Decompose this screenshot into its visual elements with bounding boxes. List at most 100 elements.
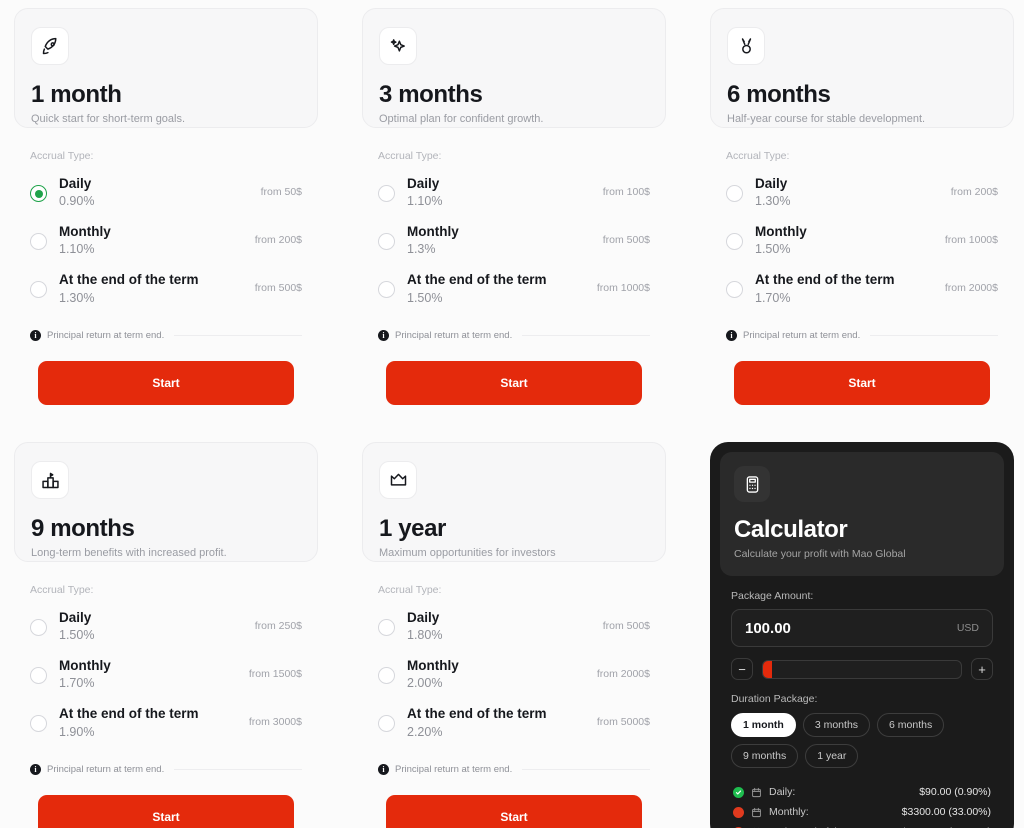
accrual-option-minimum: from 500$ xyxy=(602,620,650,632)
start-button[interactable]: Start xyxy=(38,794,294,828)
calendar-icon xyxy=(751,807,762,818)
accrual-option-text: Monthly 2.00% xyxy=(407,657,597,690)
accrual-option-rate: 1.3% xyxy=(407,242,436,257)
plan-card-body: Accrual Type: Daily 1.30% from 200$ Mont… xyxy=(710,128,1014,408)
duration-pill[interactable]: 3 months xyxy=(802,713,871,737)
package-amount-value[interactable]: 100.00 xyxy=(745,620,957,637)
accrual-option-rate: 1.50% xyxy=(59,628,95,643)
accrual-option-text: At the end of the term 1.50% xyxy=(407,271,597,304)
principal-note-text: Principal return at term end. xyxy=(47,763,165,775)
calculator-panel: Calculator Calculate your profit with Ma… xyxy=(710,442,1014,828)
accrual-option-minimum: from 5000$ xyxy=(596,716,650,729)
start-button[interactable]: Start xyxy=(734,360,990,405)
principal-note: i Principal return at term end. xyxy=(26,329,306,341)
currency-label: USD xyxy=(956,622,979,634)
radio-unselected-icon[interactable] xyxy=(726,185,743,202)
accrual-option[interactable]: At the end of the term 1.30% from 500$ xyxy=(26,267,306,315)
accrual-option-rate: 1.80% xyxy=(407,628,443,643)
calculator-result-value: $3300.00 (33.00%) xyxy=(901,806,991,818)
accrual-option[interactable]: At the end of the term 1.70% from 2000$ xyxy=(722,267,1002,315)
accrual-option-text: At the end of the term 2.20% xyxy=(407,705,597,738)
radio-unselected-icon[interactable] xyxy=(30,233,47,251)
accrual-option-list: Daily 1.10% from 100$ Monthly 1.3% from … xyxy=(374,171,654,316)
accrual-option[interactable]: At the end of the term 2.20% from 5000$ xyxy=(374,701,654,749)
accrual-option[interactable]: Daily 1.30% from 200$ xyxy=(722,171,1002,219)
divider xyxy=(522,768,650,770)
plan-subtitle: Half-year course for stable development. xyxy=(727,113,926,125)
duration-pill[interactable]: 1 month xyxy=(731,713,796,737)
radio-unselected-icon[interactable] xyxy=(30,619,47,636)
accrual-option-text: Daily 0.90% xyxy=(59,175,261,208)
duration-pill[interactable]: 1 year xyxy=(805,744,859,768)
accrual-type-label: Accrual Type: xyxy=(30,584,94,596)
info-icon: i xyxy=(30,763,41,775)
accrual-option[interactable]: Monthly 2.00% from 2000$ xyxy=(374,653,654,701)
principal-note-text: Principal return at term end. xyxy=(395,763,513,775)
accrual-option[interactable]: Monthly 1.10% from 200$ xyxy=(26,219,306,267)
radio-unselected-icon[interactable] xyxy=(378,619,395,636)
principal-note-text: Principal return at term end. xyxy=(743,329,861,341)
radio-unselected-icon[interactable] xyxy=(30,715,47,733)
package-amount-input[interactable]: 100.00 USD xyxy=(731,609,993,647)
accrual-option-rate: 1.70% xyxy=(755,290,791,305)
start-button[interactable]: Start xyxy=(386,794,642,828)
radio-unselected-icon[interactable] xyxy=(30,667,47,685)
accrual-option-minimum: from 1500$ xyxy=(248,668,302,681)
duration-pill[interactable]: 6 months xyxy=(877,713,945,737)
accrual-option[interactable]: Monthly 1.50% from 1000$ xyxy=(722,219,1002,267)
calculator-result-row: At the end of the term: $3900.00 (39.00%… xyxy=(731,822,993,828)
start-button[interactable]: Start xyxy=(38,360,294,405)
accrual-option[interactable]: At the end of the term 1.50% from 1000$ xyxy=(374,267,654,315)
radio-unselected-icon[interactable] xyxy=(378,715,395,733)
plan-title: 1 month xyxy=(31,81,122,108)
package-amount-label: Package Amount: xyxy=(731,590,814,602)
principal-note: i Principal return at term end. xyxy=(374,763,654,775)
duration-pill[interactable]: 9 months xyxy=(731,744,799,768)
accrual-option-rate: 2.20% xyxy=(407,724,443,739)
accrual-type-label: Accrual Type: xyxy=(726,150,790,162)
radio-unselected-icon[interactable] xyxy=(726,233,743,251)
decrease-button[interactable]: − xyxy=(731,658,753,680)
accrual-option-name: Daily xyxy=(755,176,788,191)
accrual-option[interactable]: Monthly 1.70% from 1500$ xyxy=(26,653,306,701)
plan-card-header: 9 months Long-term benefits with increas… xyxy=(14,442,318,562)
accrual-option-name: Daily xyxy=(59,610,92,625)
calculator-icon xyxy=(734,466,770,502)
principal-note: i Principal return at term end. xyxy=(374,329,654,341)
radio-unselected-icon[interactable] xyxy=(378,667,395,685)
accrual-option-minimum: from 500$ xyxy=(254,282,302,295)
plan-card-header: 1 year Maximum opportunities for investo… xyxy=(362,442,666,562)
plan-card: 1 year Maximum opportunities for investo… xyxy=(362,442,666,828)
accrual-option-minimum: from 250$ xyxy=(254,620,302,632)
accrual-option-text: Monthly 1.3% xyxy=(407,223,603,256)
plan-card-body: Accrual Type: Daily 1.10% from 100$ Mont… xyxy=(362,128,666,408)
accrual-option-minimum: from 2000$ xyxy=(944,282,998,295)
plan-card-body: Accrual Type: Daily 0.90% from 50$ Month… xyxy=(14,128,318,408)
accrual-option-text: Daily 1.80% xyxy=(407,609,603,642)
accrual-option[interactable]: At the end of the term 1.90% from 3000$ xyxy=(26,701,306,749)
accrual-option-text: At the end of the term 1.30% xyxy=(59,271,255,304)
divider xyxy=(174,768,302,770)
radio-unselected-icon[interactable] xyxy=(30,281,47,299)
increase-button[interactable]: + xyxy=(971,658,993,680)
radio-unselected-icon[interactable] xyxy=(378,281,395,299)
accrual-option[interactable]: Daily 0.90% from 50$ xyxy=(26,171,306,219)
accrual-option[interactable]: Daily 1.80% from 500$ xyxy=(374,605,654,653)
accrual-option-text: At the end of the term 1.70% xyxy=(755,271,945,304)
radio-unselected-icon[interactable] xyxy=(726,281,743,299)
radio-selected-icon[interactable] xyxy=(30,185,47,202)
radio-unselected-icon[interactable] xyxy=(378,233,395,251)
accrual-option-rate: 1.50% xyxy=(407,290,443,305)
start-button[interactable]: Start xyxy=(386,360,642,405)
amount-slider[interactable] xyxy=(762,659,962,679)
principal-note: i Principal return at term end. xyxy=(26,763,306,775)
accrual-option[interactable]: Daily 1.10% from 100$ xyxy=(374,171,654,219)
amount-slider-fill xyxy=(763,660,772,678)
accrual-option[interactable]: Daily 1.50% from 250$ xyxy=(26,605,306,653)
accrual-type-label: Accrual Type: xyxy=(30,150,94,162)
accrual-option[interactable]: Monthly 1.3% from 500$ xyxy=(374,219,654,267)
calculator-header: Calculator Calculate your profit with Ma… xyxy=(720,452,1004,576)
accrual-option-list: Daily 1.50% from 250$ Monthly 1.70% from… xyxy=(26,605,306,750)
accrual-option-text: Daily 1.30% xyxy=(755,175,951,208)
radio-unselected-icon[interactable] xyxy=(378,185,395,202)
